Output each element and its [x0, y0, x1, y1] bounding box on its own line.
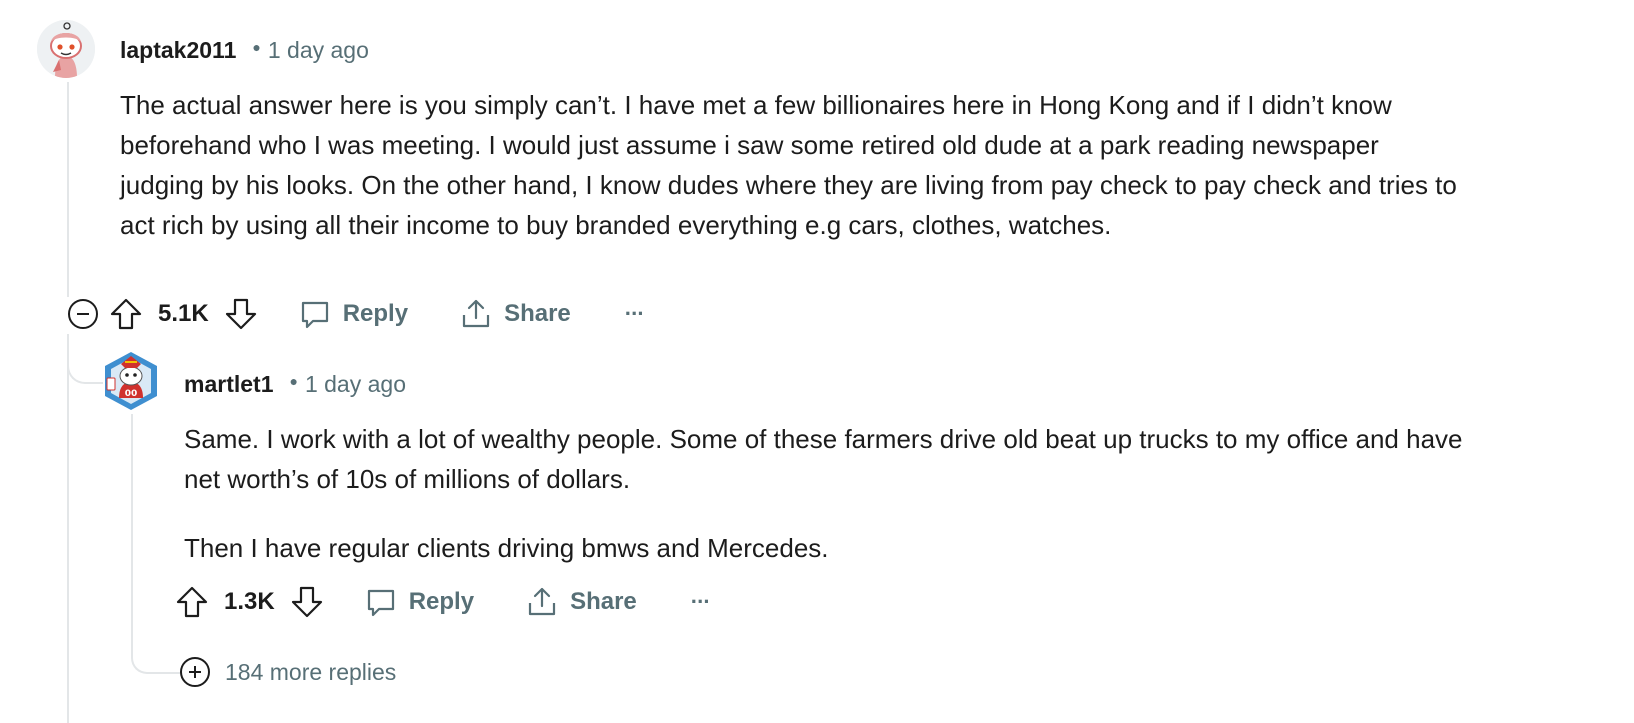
vote-score: 5.1K: [158, 300, 209, 327]
comment-paragraph: Then I have regular clients driving bmws…: [184, 533, 829, 563]
thread-line-root[interactable]: [67, 82, 69, 297]
reply-label: Reply: [342, 300, 409, 327]
arrow-down-icon: [225, 298, 256, 330]
speech-bubble-icon: [301, 301, 328, 329]
svg-text:00: 00: [125, 389, 138, 399]
overflow-menu-button[interactable]: ···: [624, 301, 645, 327]
more-replies-connector: [131, 640, 181, 674]
share-label: Share: [504, 300, 571, 327]
share-button[interactable]: Share: [526, 586, 637, 618]
collapse-button[interactable]: [66, 297, 100, 331]
more-replies-label: 184 more replies: [225, 658, 397, 685]
share-button[interactable]: Share: [460, 298, 571, 330]
minus-circle-icon: [68, 299, 98, 329]
plus-circle-icon: [180, 657, 210, 687]
arrow-up-icon: [176, 586, 208, 618]
snoo-avatar-icon: 00: [105, 352, 157, 410]
arrow-down-icon: [291, 586, 322, 618]
share-label: Share: [570, 588, 637, 615]
share-icon: [528, 587, 556, 616]
comment-header: laptak2011 ● 1 day ago: [120, 34, 369, 66]
thread-branch-connector: [67, 334, 103, 384]
comment-paragraph: Same. I work with a lot of wealthy peopl…: [184, 424, 1463, 494]
comment-body: The actual answer here is you simply can…: [120, 85, 1460, 245]
overflow-icon: ···: [690, 589, 711, 614]
speech-bubble-icon: [367, 589, 394, 617]
share-icon: [462, 299, 490, 328]
more-replies-button[interactable]: 184 more replies: [179, 655, 396, 689]
author-name[interactable]: laptak2011: [120, 37, 236, 64]
avatar[interactable]: 00: [103, 350, 159, 412]
comment-text: The actual answer here is you simply can…: [120, 90, 1457, 240]
timestamp[interactable]: 1 day ago: [268, 37, 369, 64]
comment-body: Same. I work with a lot of wealthy peopl…: [184, 419, 1474, 568]
reply-button[interactable]: Reply: [299, 298, 408, 330]
arrow-up-icon: [110, 298, 142, 330]
thread-line-child[interactable]: [131, 414, 133, 644]
reply-button[interactable]: Reply: [365, 586, 474, 618]
timestamp[interactable]: 1 day ago: [305, 371, 406, 398]
comment-header: martlet1 ● 1 day ago: [184, 368, 406, 400]
comment-actions: 5.1K Reply Share ···: [66, 292, 645, 336]
separator-dot: ●: [252, 39, 261, 55]
downvote-button[interactable]: [289, 584, 325, 620]
author-name[interactable]: martlet1: [184, 371, 273, 398]
overflow-menu-button[interactable]: ···: [690, 589, 711, 615]
upvote-button[interactable]: [108, 296, 144, 332]
reply-label: Reply: [408, 588, 475, 615]
comment-actions: 1.3K Reply Share ···: [174, 580, 711, 624]
vote-score: 1.3K: [224, 588, 275, 615]
downvote-button[interactable]: [223, 296, 259, 332]
upvote-button[interactable]: [174, 584, 210, 620]
thread-line-root-lower[interactable]: [67, 334, 69, 723]
snoo-avatar-icon: [37, 20, 95, 78]
overflow-icon: ···: [624, 301, 645, 326]
avatar[interactable]: [37, 20, 95, 78]
separator-dot: ●: [289, 373, 298, 389]
